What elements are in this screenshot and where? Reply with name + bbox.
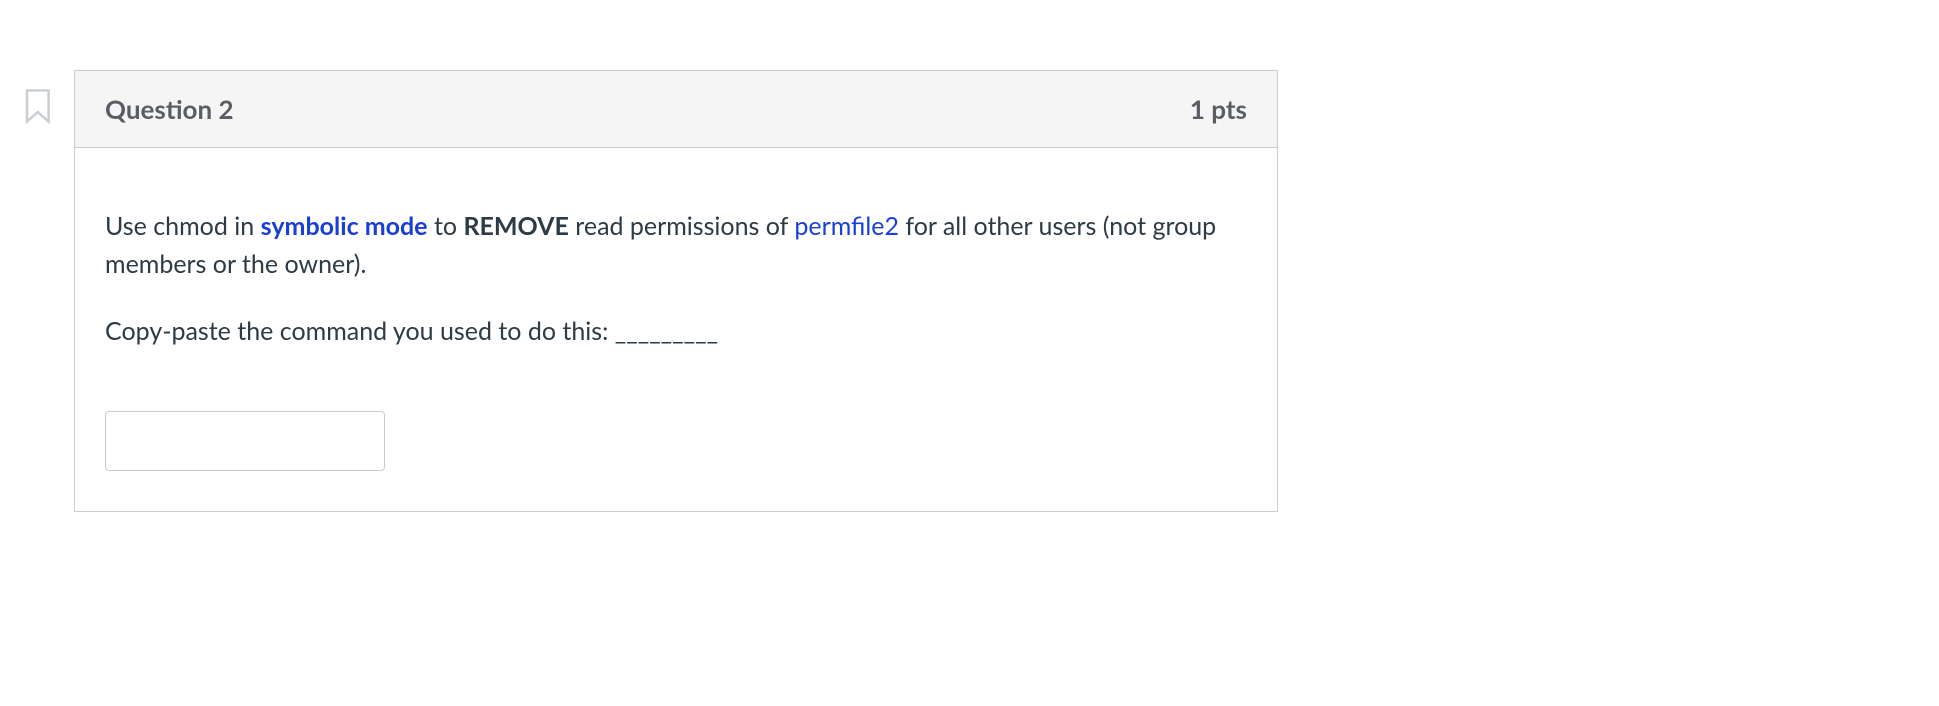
text-segment: to bbox=[428, 211, 464, 241]
text-permfile: permfile2 bbox=[794, 211, 899, 241]
answer-input[interactable] bbox=[105, 411, 385, 471]
question-header: Question 2 1 pts bbox=[75, 71, 1277, 148]
text-remove: REMOVE bbox=[463, 211, 568, 241]
question-card: Question 2 1 pts Use chmod in symbolic m… bbox=[74, 70, 1278, 512]
question-title: Question 2 bbox=[105, 93, 234, 125]
text-segment: read permissions of bbox=[569, 211, 795, 241]
question-body: Use chmod in symbolic mode to REMOVE rea… bbox=[75, 148, 1277, 511]
bookmark-icon[interactable] bbox=[24, 88, 54, 124]
question-text: Use chmod in symbolic mode to REMOVE rea… bbox=[105, 208, 1247, 283]
question-points: 1 pts bbox=[1190, 93, 1247, 125]
question-prompt: Copy-paste the command you used to do th… bbox=[105, 313, 1247, 351]
text-segment: Use chmod in bbox=[105, 211, 261, 241]
text-symbolic-mode: symbolic mode bbox=[261, 211, 428, 241]
